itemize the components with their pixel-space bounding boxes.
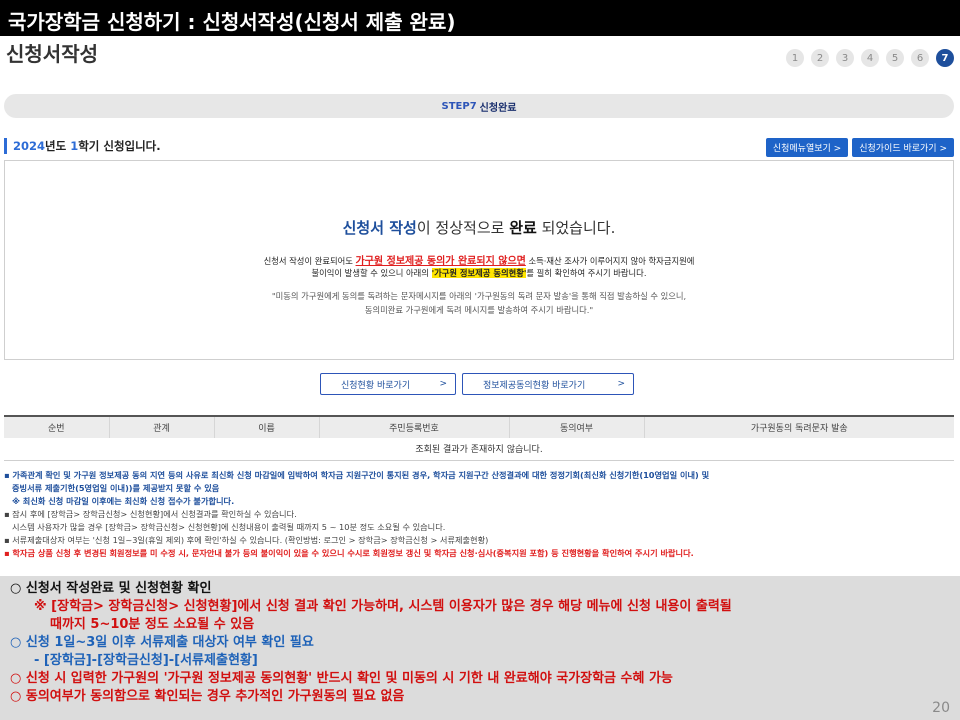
note-item: 증빙서류 제출기한(5영업일 이내))를 제공받지 못할 수 있음 (4, 482, 956, 495)
status-shortcut-label: 신청현황 바로가기 (341, 378, 410, 391)
term-text-2: 학기 신청입니다. (78, 139, 160, 153)
summary-line: 때까지 5~10분 정도 소요될 수 있음 (10, 616, 960, 634)
note-item: ▪ 가족관계 확인 및 가구원 정보제공 동의 지연 등의 사유로 최신화 신청… (4, 469, 956, 482)
summary-line: ○ 신청 시 입력한 가구원의 '가구원 정보제공 동의현황' 반드시 확인 및… (10, 670, 960, 688)
table-row: 조회된 결과가 존재하지 않습니다. (4, 438, 954, 460)
completion-title: 신청서 작성이 정상적으로 완료 되었습니다. (5, 217, 953, 238)
notice-line-1-a: 신청서 작성이 완료되어도 (264, 256, 356, 266)
consent-warning: 가구원 정보제공 동의가 완료되지 않으면 (356, 256, 526, 267)
application-guide-button[interactable]: 신청가이드 바로가기 > (852, 138, 954, 157)
chevron-right-icon: > (617, 379, 625, 389)
view-menu-button[interactable]: 신청메뉴열보기 > (766, 138, 848, 157)
application-term: 2024년도 1학기 신청입니다. (4, 138, 161, 154)
summary-line: ※ [장학금> 장학금신청> 신청현황]에서 신청 결과 확인 가능하며, 시스… (10, 598, 960, 616)
notice-line-2-b: 를 필히 확인하여 주시기 바랍니다. (526, 268, 646, 278)
col-name: 이름 (214, 416, 319, 438)
page-title: 신청서작성 (6, 38, 98, 67)
notes-list: ▪ 가족관계 확인 및 가구원 정보제공 동의 지연 등의 사유로 최신화 신청… (4, 469, 956, 560)
chevron-right-icon: > (439, 379, 447, 389)
summary-panel: ○ 신청서 작성완료 및 신청현황 확인 ※ [장학금> 장학금신청> 신청현황… (0, 576, 960, 720)
title-part-a: 신청서 작성 (343, 219, 417, 237)
page-number: 20 (932, 700, 950, 716)
step-indicator: 1 2 3 4 5 6 7 (786, 49, 954, 67)
consent-status-shortcut-button[interactable]: 정보제공동의현황 바로가기 > (462, 373, 634, 395)
summary-line: ○ 신청 1일~3일 이후 서류제출 대상자 여부 확인 필요 (10, 634, 960, 652)
summary-line: ○ 동의여부가 동의함으로 확인되는 경우 추가적인 가구원동의 필요 없음 (10, 688, 960, 706)
col-consent-status: 동의여부 (509, 416, 644, 438)
title-part-c: 완료 (509, 219, 537, 237)
table-header-row: 순번 관계 이름 주민등록번호 동의여부 가구원동의 독려문자 발송 (4, 416, 954, 438)
notice-line-4: 동의미완료 가구원에게 독려 메시지를 발송하여 주시기 바랍니다." (5, 304, 953, 316)
link-button-group: 신청현황 바로가기 > 정보제공동의현황 바로가기 > (0, 373, 960, 395)
term-number: 1 (70, 139, 78, 153)
step-6: 6 (911, 49, 929, 67)
summary-line: - [장학금]-[장학금신청]-[서류제출현황] (10, 652, 960, 670)
consent-highlight: '가구원 정보제공 동의현황' (432, 268, 527, 278)
title-part-b: 이 정상적으로 (417, 219, 509, 237)
status-shortcut-button[interactable]: 신청현황 바로가기 > (320, 373, 456, 395)
empty-result-message: 조회된 결과가 존재하지 않습니다. (4, 438, 954, 460)
note-item: ▪ 서류제출대상자 여부는 '신청 1일~3일(휴일 제외) 후에 확인'하실 … (4, 534, 956, 547)
col-number: 순번 (4, 416, 109, 438)
note-item: ※ 최신화 신청 마감일 이후에는 최신화 신청 접수가 불가합니다. (4, 495, 956, 508)
step-number: STEP7 (442, 101, 477, 112)
household-consent-table: 순번 관계 이름 주민등록번호 동의여부 가구원동의 독려문자 발송 조회된 결… (4, 415, 954, 461)
notice-line-1: 신청서 작성이 완료되어도 가구원 정보제공 동의가 완료되지 않으면 소득·재… (5, 252, 953, 267)
step-banner: STEP7 신청완료 (4, 94, 954, 118)
summary-line: ○ 신청서 작성완료 및 신청현황 확인 (10, 580, 960, 598)
slide-title: 국가장학금 신청하기 : 신청서작성(신청서 제출 완료) (0, 0, 960, 36)
col-reminder-sms: 가구원동의 독려문자 발송 (644, 416, 954, 438)
step-2: 2 (811, 49, 829, 67)
step-4: 4 (861, 49, 879, 67)
step-1: 1 (786, 49, 804, 67)
step-title: 신청완료 (480, 99, 517, 114)
notice-line-2: 불이익이 발생할 수 있으니 아래의 '가구원 정보제공 동의현황'를 필히 확… (5, 267, 953, 279)
term-text-1: 년도 (45, 139, 70, 153)
note-item: ▪ 학자금 상품 신청 후 변경된 회원정보를 미 수정 시, 문자안내 불가 … (4, 547, 956, 560)
step-5: 5 (886, 49, 904, 67)
note-item: 시스템 사용자가 많을 경우 [장학금> 장학금신청> 신청현황]에 신청내용이… (4, 521, 956, 534)
top-button-group: 신청메뉴열보기 > 신청가이드 바로가기 > (766, 138, 954, 157)
notice-line-2-a: 불이익이 발생할 수 있으니 아래의 (312, 268, 432, 278)
note-item: ▪ 잠시 후에 [장학금> 장학금신청> 신청현황]에서 신청결과를 확인하실 … (4, 508, 956, 521)
step-7-active: 7 (936, 49, 954, 67)
term-year: 2024 (13, 139, 45, 153)
title-part-d: 되었습니다. (537, 219, 616, 237)
consent-status-shortcut-label: 정보제공동의현황 바로가기 (483, 378, 585, 391)
notice-line-3: "미동의 가구원에게 동의를 독려하는 문자메시지를 아래의 '가구원동의 독려… (5, 290, 953, 302)
col-relation: 관계 (109, 416, 214, 438)
col-resident-id: 주민등록번호 (319, 416, 509, 438)
completion-message-box: 신청서 작성이 정상적으로 완료 되었습니다. 신청서 작성이 완료되어도 가구… (4, 160, 954, 360)
notice-line-1-b: 소득·재산 조사가 이루어지지 않아 학자금지원에 (526, 256, 695, 266)
step-3: 3 (836, 49, 854, 67)
